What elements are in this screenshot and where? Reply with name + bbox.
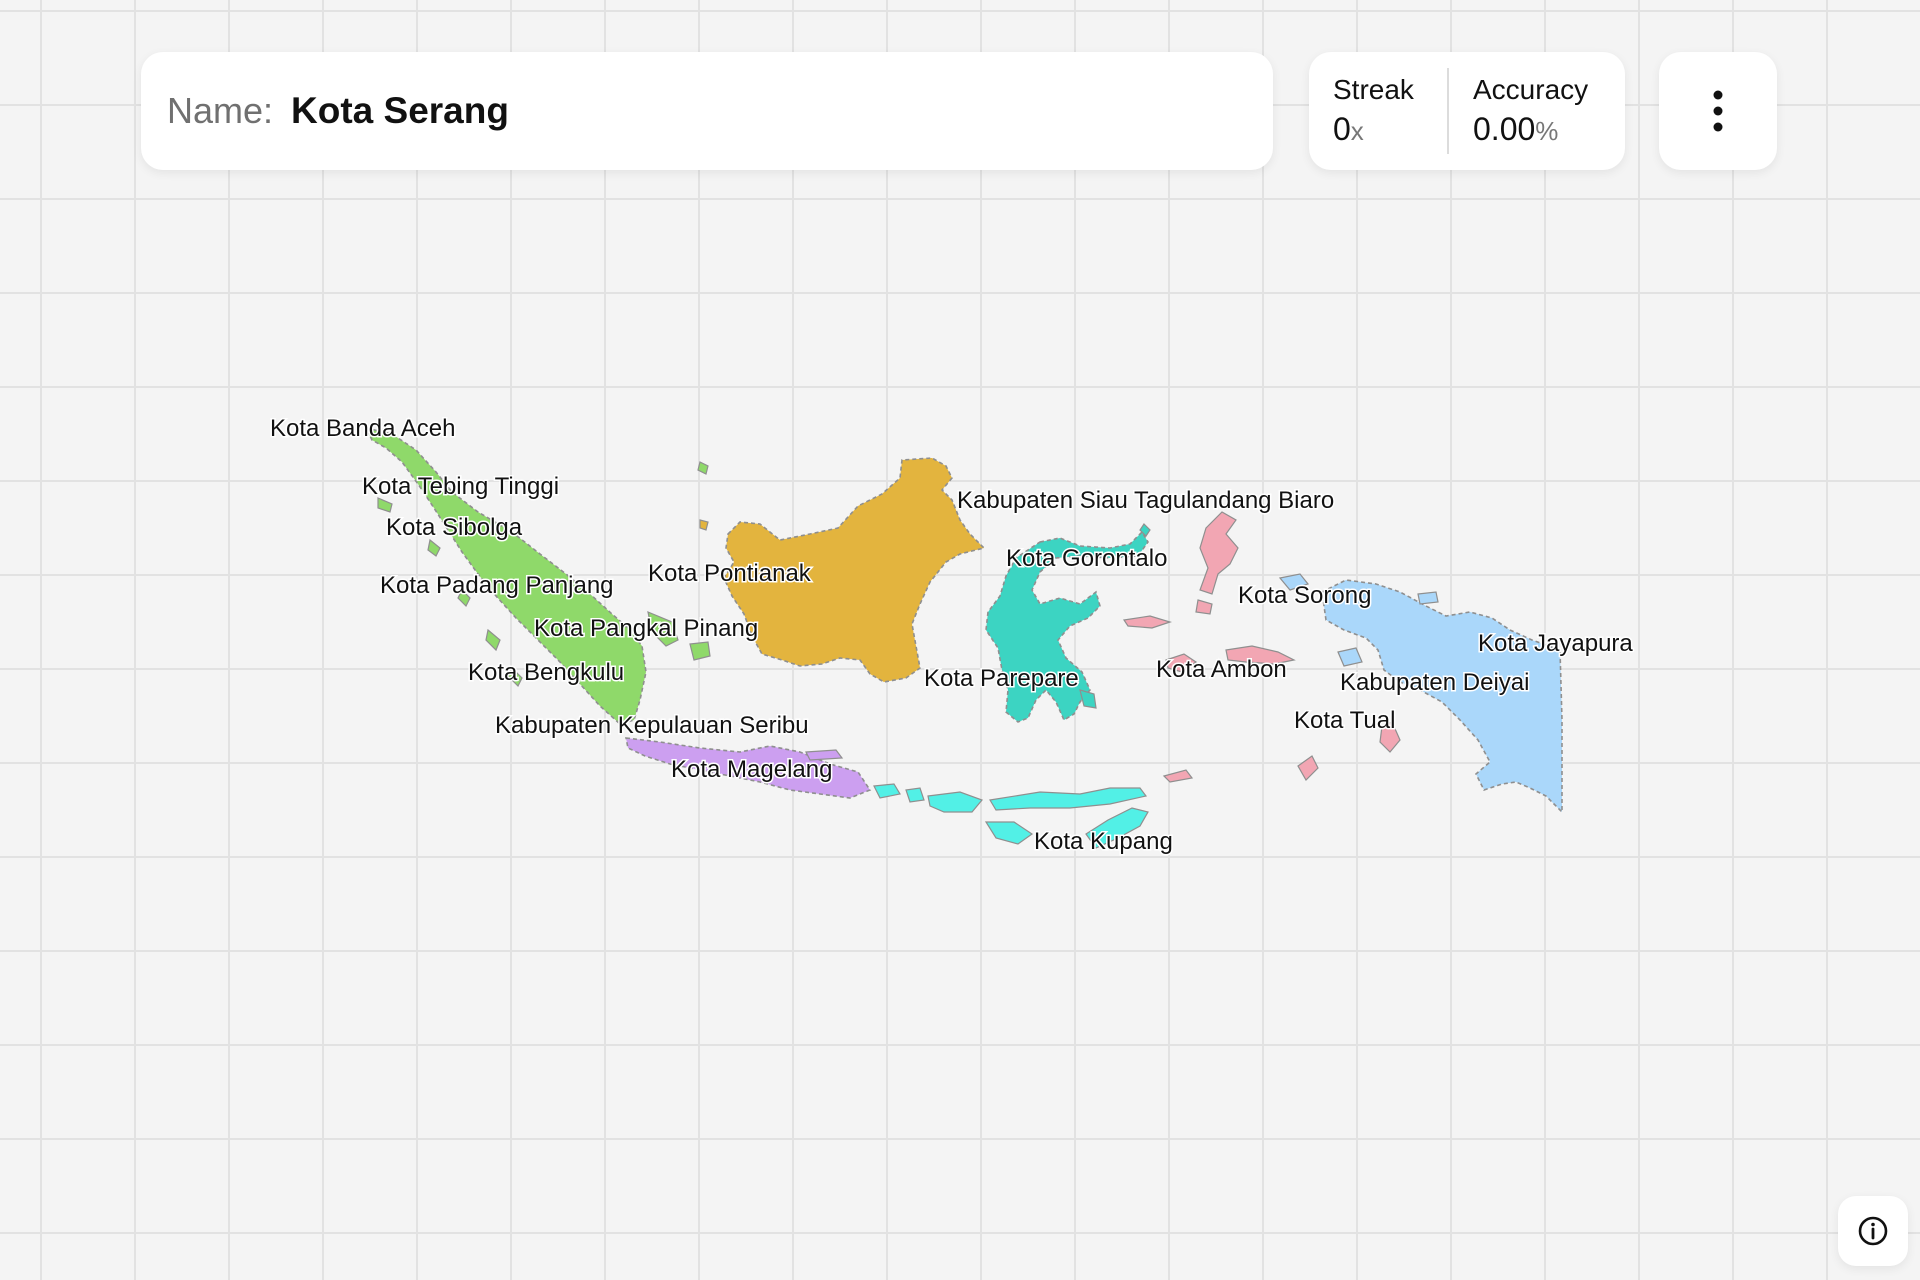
sumatra-islet[interactable] (427, 538, 441, 557)
sulawesi-islet[interactable] (1079, 689, 1097, 709)
papua-islet[interactable] (1417, 591, 1439, 605)
riau-islet[interactable] (697, 461, 709, 475)
maluku-islet[interactable] (1195, 599, 1213, 615)
indonesia-map[interactable]: Kota Banda Aceh Kota Tebing Tinggi Kota … (0, 0, 1920, 1280)
map-label: Kota Pangkal Pinang (534, 615, 758, 642)
map-label: Kota Sorong (1238, 582, 1371, 609)
map-label: Kota Tebing Tinggi (362, 473, 559, 500)
map-label: Kota Sibolga (386, 514, 523, 541)
papua-island[interactable] (1321, 579, 1563, 814)
map-label: Kota Banda Aceh (270, 415, 455, 442)
sula-island[interactable] (1122, 615, 1172, 629)
map-label: Kota Kupang (1034, 828, 1173, 855)
sumatra-islet[interactable] (485, 628, 501, 652)
info-button[interactable] (1838, 1196, 1908, 1266)
halmahera-island[interactable] (1199, 511, 1239, 595)
sumbawa-island[interactable] (927, 791, 984, 813)
map-label: Kota Gorontalo (1006, 545, 1167, 572)
map-label: Kota Ambon (1156, 656, 1287, 683)
tanimbar-island[interactable] (1297, 755, 1319, 781)
map-label: Kota Magelang (671, 756, 832, 783)
kalimantan-islet[interactable] (699, 519, 709, 531)
belitung-island[interactable] (689, 641, 711, 661)
map-label: Kabupaten Kepulauan Seribu (495, 712, 809, 739)
wetar-island[interactable] (1162, 769, 1194, 783)
map-label: Kota Parepare (924, 665, 1079, 692)
map-label: Kota Jayapura (1478, 630, 1633, 657)
papua-islet[interactable] (1337, 647, 1363, 667)
info-icon (1858, 1216, 1888, 1246)
flores-island[interactable] (989, 787, 1148, 811)
map-label: Kota Padang Panjang (380, 572, 614, 599)
map-label: Kota Bengkulu (468, 659, 624, 686)
sumatra-islet[interactable] (377, 497, 393, 513)
map-label: Kota Pontianak (648, 560, 812, 587)
map-label: Kota Tual (1294, 707, 1395, 734)
sumba-island[interactable] (984, 821, 1034, 845)
map-label: Kabupaten Siau Tagulandang Biaro (957, 487, 1334, 514)
bali-island[interactable] (873, 783, 901, 799)
map-label: Kabupaten Deiyai (1340, 669, 1529, 696)
lombok-island[interactable] (905, 787, 925, 803)
